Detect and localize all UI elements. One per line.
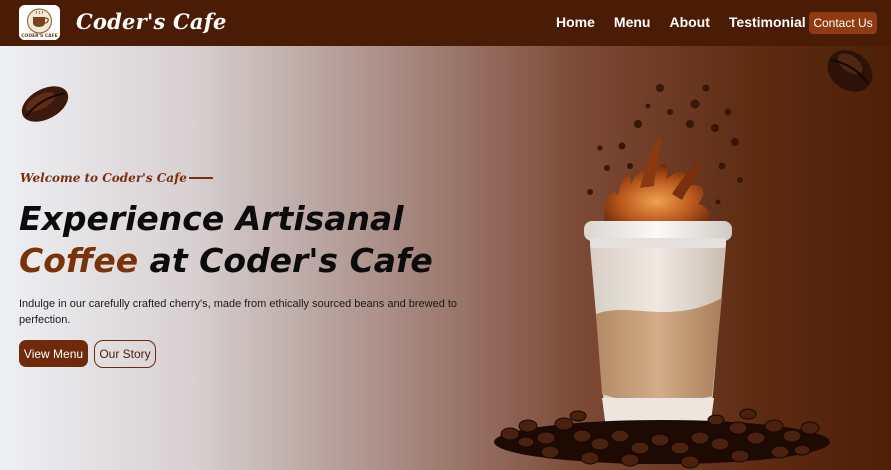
hero-section: Welcome to Coder's Cafe Experience Artis… <box>0 46 891 470</box>
headline-line-1: Experience Artisanal <box>19 199 404 238</box>
our-story-button[interactable]: Our Story <box>94 340 156 368</box>
nav-about[interactable]: About <box>669 14 709 30</box>
hero-headline: Experience Artisanal Coffee at Coder's C… <box>19 198 433 282</box>
headline-line-2: Coffee at Coder's Cafe <box>19 240 433 282</box>
coffee-cup-illustration <box>494 84 830 469</box>
logo-text: CODER'S CAFE <box>21 33 58 39</box>
nav-home[interactable]: Home <box>556 14 595 30</box>
welcome-text: Welcome to Coder's Cafe <box>20 171 187 185</box>
headline-line-2-rest: at Coder's Cafe <box>138 241 433 280</box>
nav-testimonial[interactable]: Testimonial <box>729 14 806 30</box>
hero-description: Indulge in our carefully crafted cherry'… <box>19 298 458 326</box>
logo[interactable]: CODER'S CAFE <box>19 5 60 40</box>
navbar: CODER'S CAFE Coder's Cafe Home Menu Abou… <box>0 0 891 46</box>
contact-us-button[interactable]: Contact Us <box>809 12 877 34</box>
headline-accent: Coffee <box>19 241 139 280</box>
coffee-bean-icon <box>21 86 69 122</box>
nav-menu[interactable]: Menu <box>614 14 651 30</box>
view-menu-button[interactable]: View Menu <box>19 340 88 367</box>
coffee-cup-logo-icon: CODER'S CAFE <box>19 5 60 40</box>
welcome-divider <box>188 177 213 179</box>
welcome-tagline: Welcome to Coder's Cafe <box>20 171 213 185</box>
brand-name[interactable]: Coder's Cafe <box>76 9 227 34</box>
nav-links: Home Menu About Testimonial <box>556 14 806 30</box>
